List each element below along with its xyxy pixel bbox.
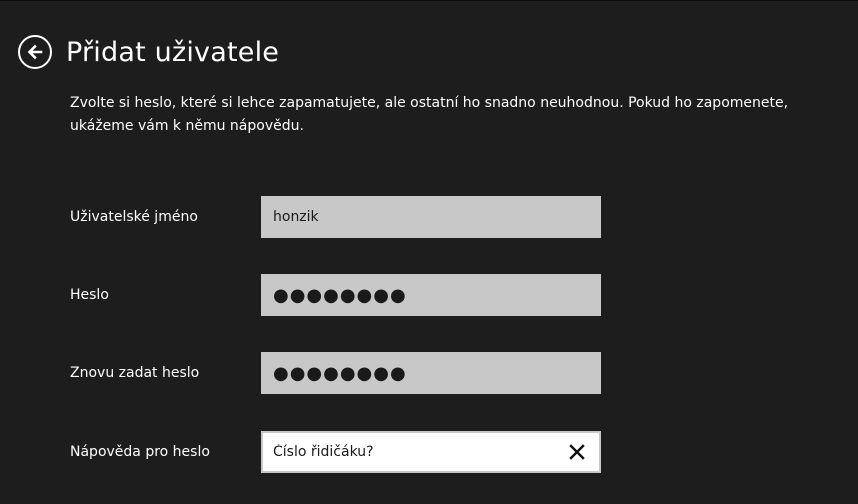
username-label: Uživatelské jméno [70, 209, 198, 225]
close-icon [569, 444, 585, 460]
password-hint-field[interactable]: Číslo řidičáku? [261, 431, 601, 473]
username-row: Uživatelské jméno honzik [70, 196, 601, 238]
page-title: Přidat uživatele [66, 36, 280, 68]
password-confirm-value: ●●●●●●●● [273, 362, 407, 384]
password-hint-label: Nápověda pro heslo [70, 444, 210, 460]
password-confirm-row: Znovu zadat heslo ●●●●●●●● [70, 352, 601, 394]
password-hint-row: Nápověda pro heslo Číslo řidičáku? [70, 431, 601, 473]
password-value: ●●●●●●●● [273, 284, 407, 306]
password-label: Heslo [70, 287, 109, 303]
password-confirm-field[interactable]: ●●●●●●●● [261, 352, 601, 394]
header: Přidat uživatele [18, 27, 279, 77]
arrow-left-icon [27, 44, 43, 60]
add-user-screen: Přidat uživatele Zvolte si heslo, které … [0, 0, 858, 504]
username-field[interactable]: honzik [261, 196, 601, 238]
password-confirm-label: Znovu zadat heslo [70, 365, 200, 381]
password-hint-value: Číslo řidičáku? [273, 444, 374, 460]
back-button[interactable] [18, 35, 52, 69]
clear-hint-button[interactable] [567, 442, 587, 462]
instructions-text: Zvolte si heslo, které si lehce zapamatu… [70, 95, 789, 134]
username-value: honzik [273, 209, 319, 225]
password-row: Heslo ●●●●●●●● [70, 274, 601, 316]
password-field[interactable]: ●●●●●●●● [261, 274, 601, 316]
